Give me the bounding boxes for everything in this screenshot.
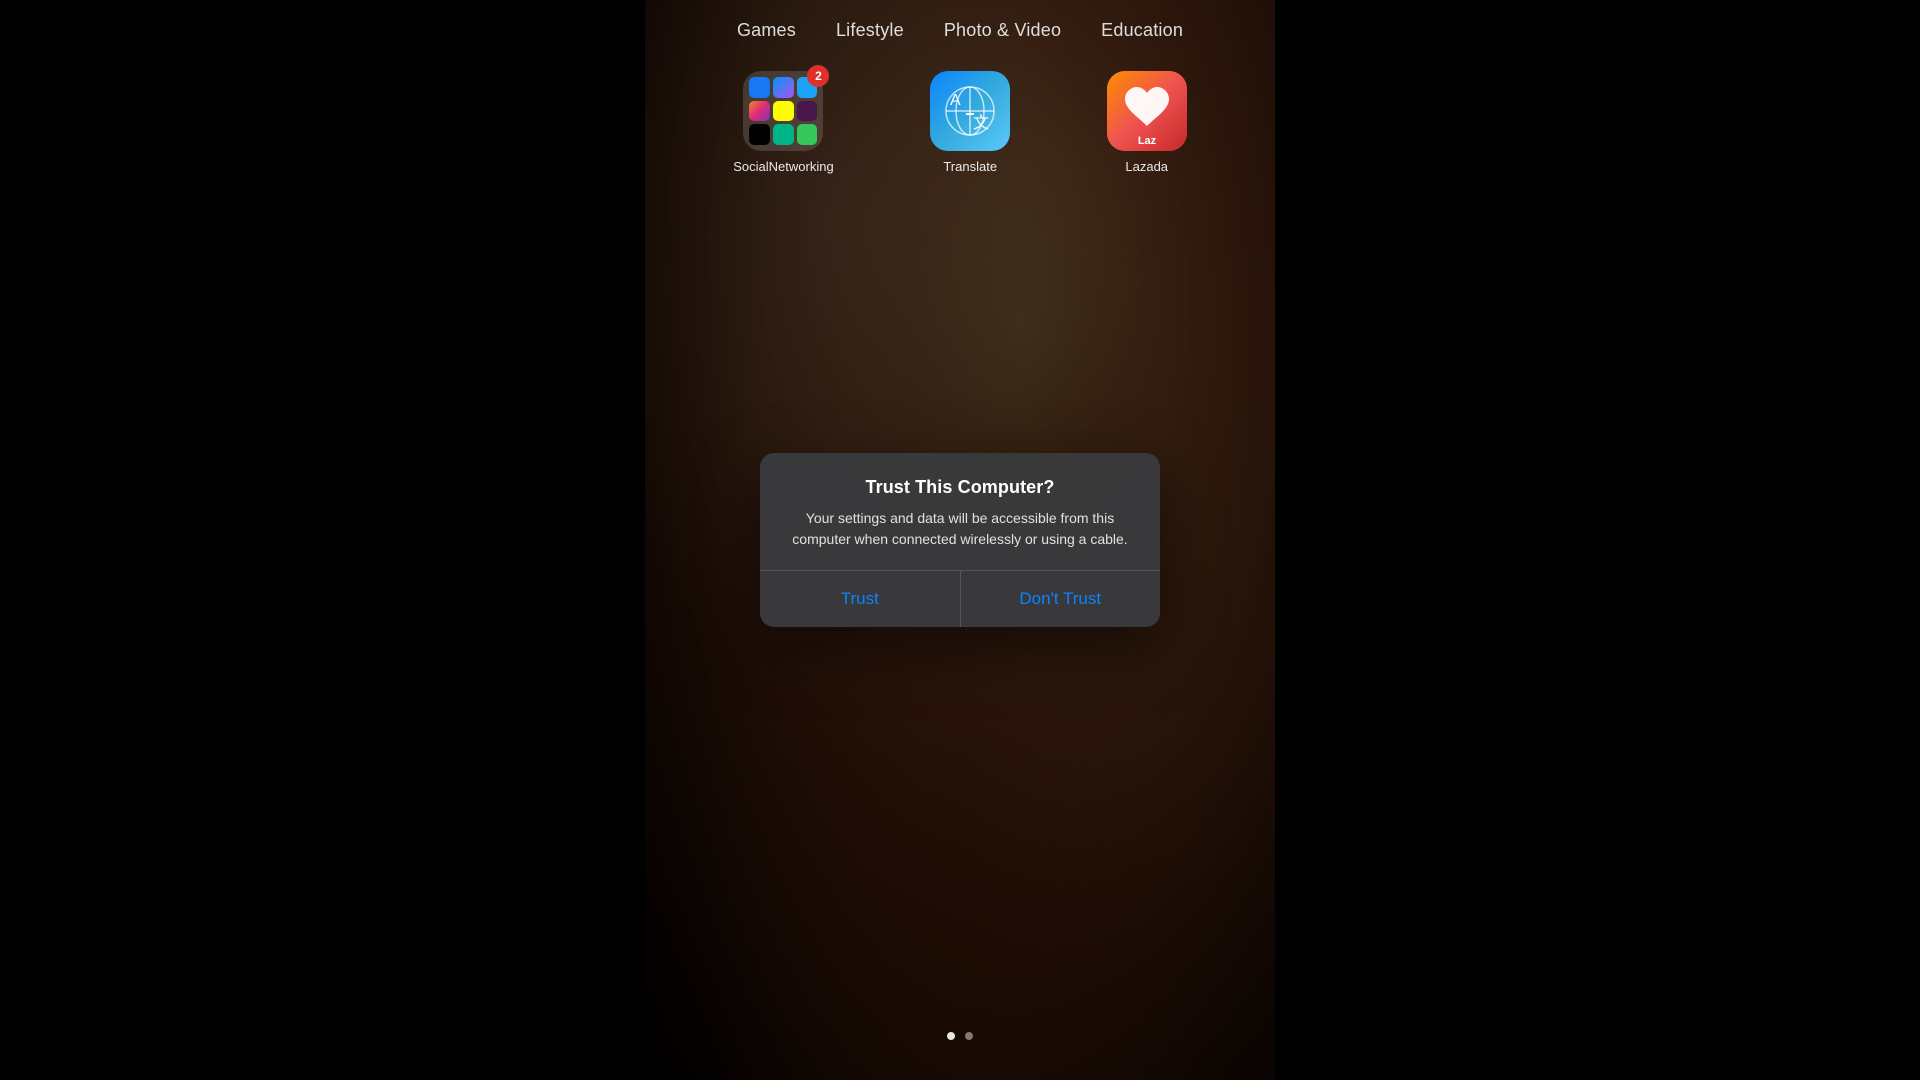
dialog-message: Your settings and data will be accessibl… — [784, 508, 1136, 550]
left-black-area — [0, 0, 645, 1080]
dont-trust-button[interactable]: Don't Trust — [961, 571, 1161, 627]
right-black-area — [1275, 0, 1920, 1080]
phone-content: Games Lifestyle Photo & Video Education … — [645, 0, 1275, 1080]
dialog-content: Trust This Computer? Your settings and d… — [760, 453, 1160, 570]
trust-button[interactable]: Trust — [760, 571, 960, 627]
dialog-title: Trust This Computer? — [784, 477, 1136, 498]
dialog-overlay: Trust This Computer? Your settings and d… — [645, 0, 1275, 1080]
dialog-buttons: Trust Don't Trust — [760, 571, 1160, 627]
phone-screen: Games Lifestyle Photo & Video Education … — [645, 0, 1275, 1080]
trust-dialog: Trust This Computer? Your settings and d… — [760, 453, 1160, 627]
